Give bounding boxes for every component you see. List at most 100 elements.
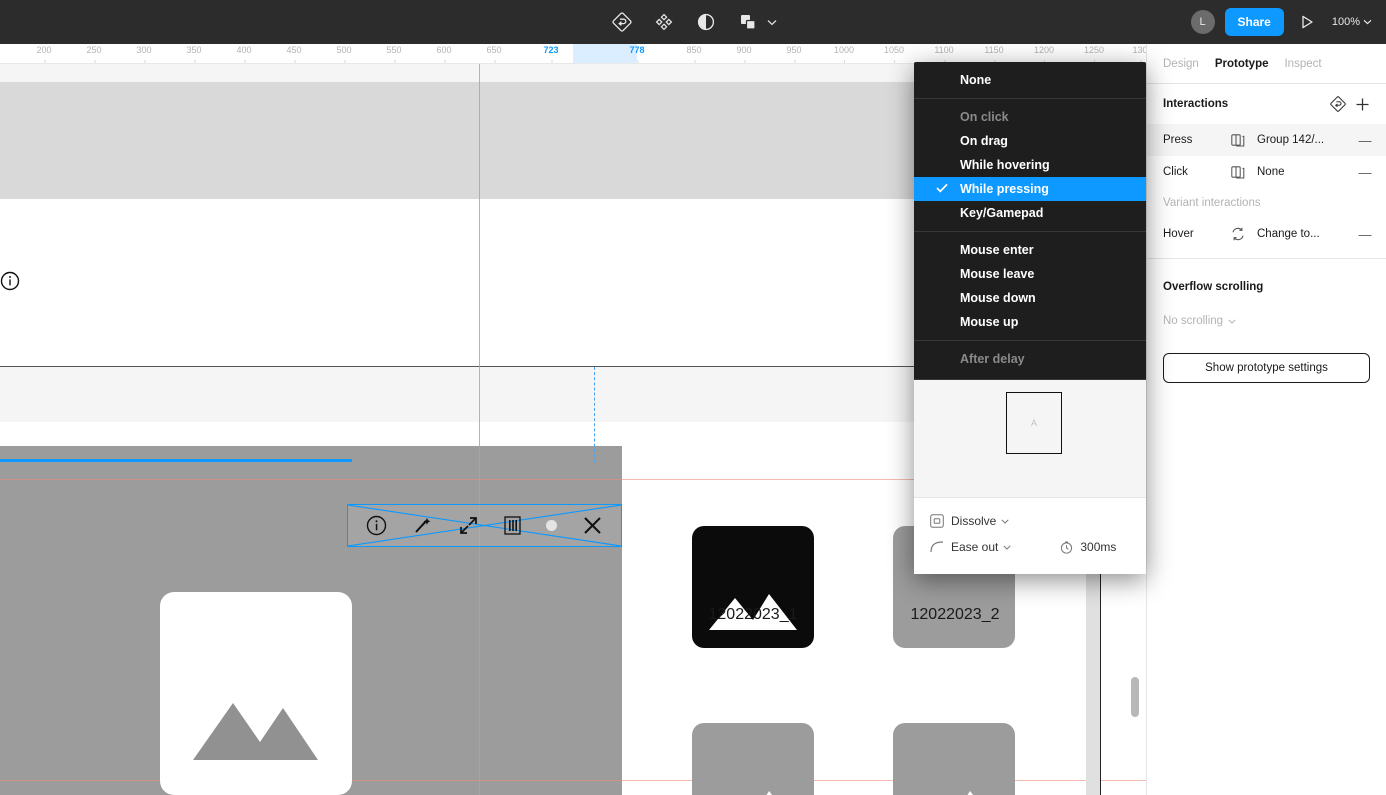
remove-interaction-button[interactable]: — [1356,133,1374,148]
image-placeholder-icon [735,791,773,795]
thumbnail-black[interactable] [692,526,814,648]
trigger-type-dropdown-menu[interactable]: None On click On drag While hovering While p… [914,62,1146,574]
canvas-info-icon [0,271,20,291]
ease-out-icon [930,541,944,553]
selection-edge-line [0,459,352,462]
ruler-tick: 1150 [984,44,1004,63]
avatar[interactable]: L [1190,10,1215,34]
pause-bars-icon[interactable] [504,516,521,535]
ruler-tick: 1250 [1084,44,1104,63]
ruler-tick: 950 [786,44,802,63]
chevron-down-icon [1363,19,1372,25]
image-placeholder-icon [936,791,974,795]
overflow-value: No scrolling [1163,315,1224,327]
interaction-target-value: Change to... [1257,228,1320,240]
interaction-target-value: None [1257,166,1285,178]
animation-select[interactable]: Dissolve [951,514,1010,528]
zoom-level-label: 100% [1331,16,1360,28]
tab-design[interactable]: Design [1163,58,1199,70]
interaction-row[interactable]: Press Group 142/... — [1147,124,1386,156]
boolean-union-icon[interactable] [732,7,764,37]
menu-separator [914,98,1146,99]
interaction-row[interactable]: Hover Change to... — [1147,218,1386,250]
thumbnail-gray-4[interactable] [893,723,1015,795]
ruler-tick: 400 [236,44,252,63]
present-play-icon[interactable] [1294,8,1320,36]
measure-dashed-line [594,367,595,462]
menu-item-label: Mouse up [960,315,1019,329]
ruler-tick: 250 [86,44,102,63]
animation-row: Dissolve [914,508,1146,534]
image-placeholder-icon [193,703,318,760]
swap-icon [1231,227,1257,241]
menu-item-label: On click [960,110,1009,124]
magic-wand-icon[interactable] [412,515,433,536]
easing-select[interactable]: Ease out [951,540,1012,554]
chevron-down-icon [1001,518,1010,524]
components-icon[interactable] [648,7,680,37]
menu-item[interactable]: Mouse up [914,310,1146,334]
ruler-tick: 450 [286,44,302,63]
duration-value: 300ms [1080,540,1117,554]
clock-icon [1061,541,1073,554]
ruler-tick: 1000 [834,44,854,63]
zoom-control[interactable]: 100% [1330,8,1374,36]
interactions-title: Interactions [1163,98,1229,110]
panel-tabs: Design Prototype Inspect [1147,44,1386,84]
menu-item-label: Key/Gamepad [960,206,1044,220]
menu-item-label: Mouse down [960,291,1036,305]
selected-element-toolbar[interactable] [347,504,622,547]
interaction-row[interactable]: Click None — [1147,156,1386,188]
toolbar-tools [606,0,780,44]
menu-item: After delay [914,347,1146,371]
interaction-trigger-label: Click [1163,166,1188,178]
show-prototype-settings-button[interactable]: Show prototype settings [1163,353,1370,383]
menu-item-label: Mouse leave [960,267,1035,281]
interaction-trigger-label: Press [1163,134,1193,146]
menu-item[interactable]: None [914,68,1146,92]
menu-item[interactable]: On drag [914,129,1146,153]
menu-item[interactable]: Key/Gamepad [914,201,1146,225]
chevron-down-icon[interactable] [764,7,780,37]
preview-letter: A [1030,418,1037,428]
duration-field[interactable]: 300ms [1060,540,1116,554]
ruler-tick: 1100 [934,44,954,63]
menu-item-label: While hovering [960,158,1050,172]
thumbnail-gray-3[interactable] [692,723,814,795]
white-image-card[interactable] [160,592,352,795]
preview-frame: A [1006,392,1062,454]
menu-separator [914,231,1146,232]
remove-interaction-button[interactable]: — [1356,165,1374,180]
menu-item: On click [914,105,1146,129]
share-button[interactable]: Share [1224,8,1284,36]
tab-inspect[interactable]: Inspect [1284,58,1321,70]
prototype-connector-icon[interactable] [606,7,638,37]
top-toolbar: L Share 100% [0,0,1386,44]
tab-prototype[interactable]: Prototype [1215,58,1269,70]
menu-item[interactable]: While hovering [914,153,1146,177]
prototype-connector-icon[interactable] [1326,92,1350,116]
ruler-tick: 850 [686,44,702,63]
menu-item[interactable]: Mouse enter [914,238,1146,262]
record-dot-icon[interactable] [546,520,557,531]
add-interaction-button[interactable] [1350,92,1374,116]
ruler-selection-range [573,44,637,63]
info-icon[interactable] [366,515,387,536]
chevron-down-icon [1003,544,1012,550]
interaction-preview: A [914,379,1146,497]
overflow-scrolling-select[interactable]: No scrolling [1147,307,1386,335]
horizontal-ruler[interactable]: 200 250 300 350 400 450 500 550 600 650 723 778 850 9… [0,44,1148,64]
canvas-scrollbar-thumb[interactable] [1131,677,1139,717]
menu-item[interactable]: Mouse down [914,286,1146,310]
remove-interaction-button[interactable]: — [1356,227,1374,242]
ruler-tick: 650 [486,44,502,63]
selection-cross-lines [348,505,621,546]
menu-item[interactable]: While pressing [914,177,1146,201]
animation-settings: Dissolve Ease out 300ms [914,497,1146,574]
ruler-tick: 500 [336,44,352,63]
menu-item[interactable]: Mouse leave [914,262,1146,286]
mask-icon[interactable] [690,7,722,37]
expand-arrows-icon[interactable] [458,515,479,536]
menu-item-label: Mouse enter [960,243,1034,257]
close-icon[interactable] [582,515,603,536]
